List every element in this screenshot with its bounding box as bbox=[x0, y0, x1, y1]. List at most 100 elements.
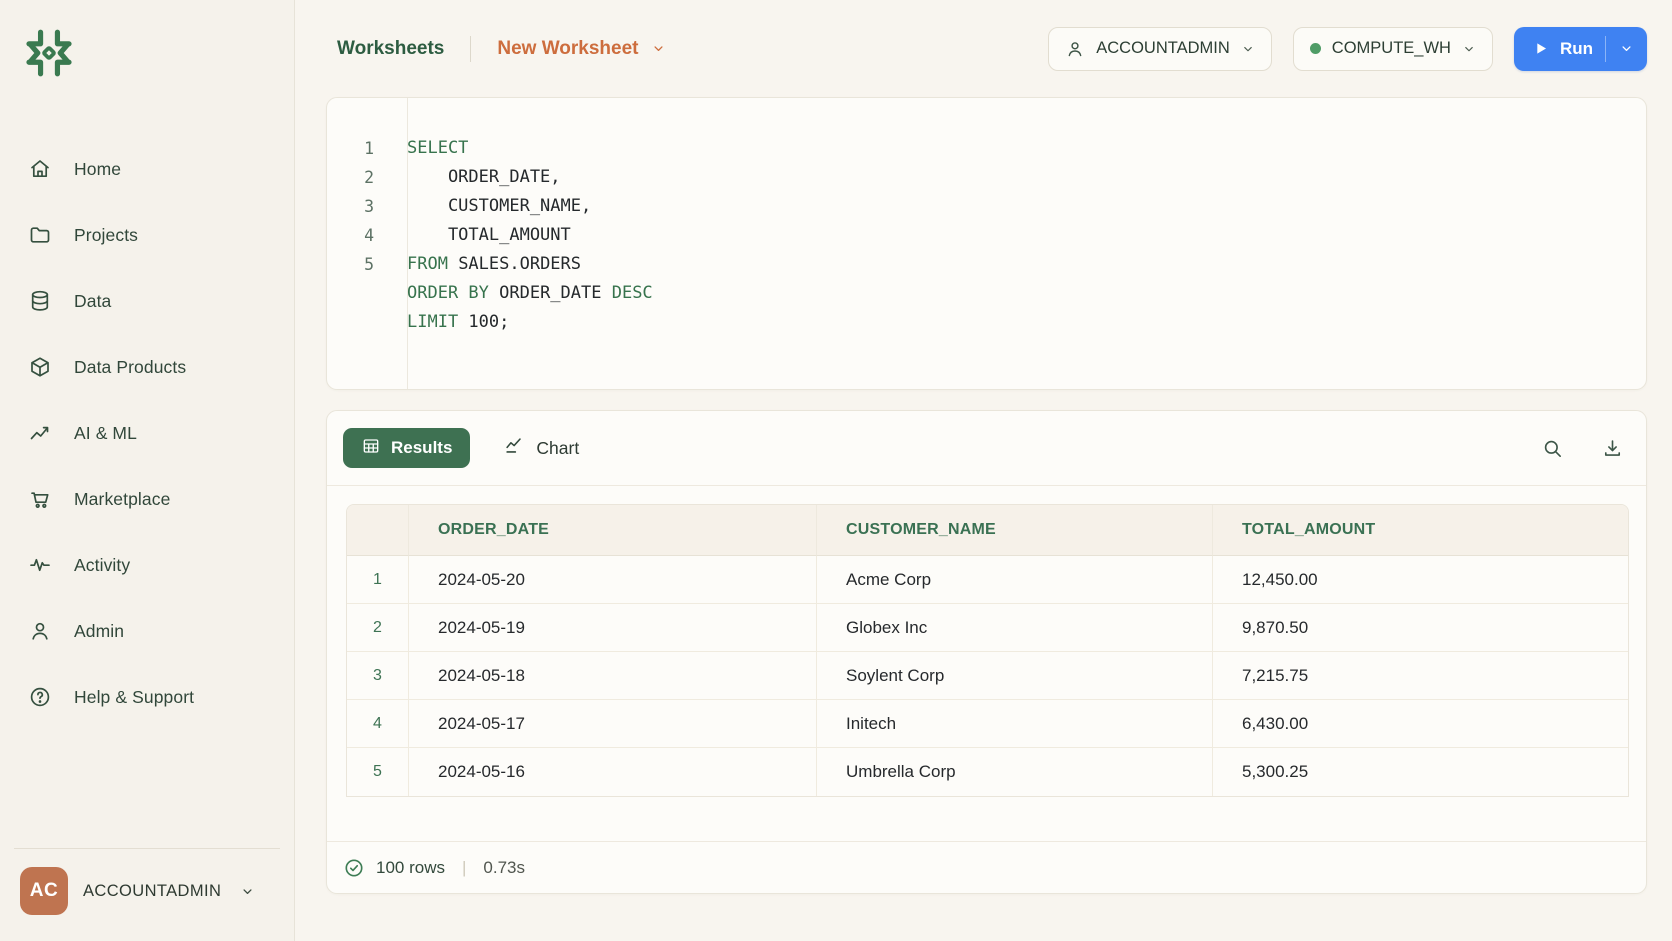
code-line: 5FROM SALES.ORDERS bbox=[327, 250, 1646, 279]
table-cell: 2024-05-18 bbox=[408, 652, 816, 700]
code-line: ORDER BY ORDER_DATE DESC bbox=[327, 279, 1646, 308]
table-cell: 2024-05-17 bbox=[408, 700, 816, 748]
column-header-order_date[interactable]: ORDER_DATE bbox=[408, 505, 816, 556]
topbar-actions: ACCOUNTADMIN COMPUTE_WH Run bbox=[1048, 27, 1647, 71]
folder-icon bbox=[28, 223, 52, 247]
row-number: 5 bbox=[347, 748, 408, 796]
table-row[interactable]: 32024-05-18Soylent Corp7,215.75 bbox=[347, 652, 1628, 700]
line-number: 2 bbox=[327, 163, 407, 192]
chevron-down-icon bbox=[651, 41, 666, 56]
cart-icon bbox=[28, 487, 52, 511]
table-cell: Initech bbox=[816, 700, 1212, 748]
user-icon bbox=[28, 619, 52, 643]
table-cell: 2024-05-19 bbox=[408, 604, 816, 652]
table-row[interactable]: 42024-05-17Initech6,430.00 bbox=[347, 700, 1628, 748]
download-icon[interactable] bbox=[1601, 437, 1624, 460]
role-label: ACCOUNTADMIN bbox=[1096, 39, 1230, 58]
user-menu[interactable]: AC ACCOUNTADMIN bbox=[14, 848, 280, 919]
main-area: Worksheets New Worksheet ACCOUNTADMIN CO… bbox=[295, 0, 1672, 941]
sidebar-item-marketplace[interactable]: Marketplace bbox=[0, 466, 294, 532]
table-row[interactable]: 12024-05-20Acme Corp12,450.00 bbox=[347, 556, 1628, 604]
worksheet-title-dropdown[interactable]: New Worksheet bbox=[497, 38, 665, 60]
status-divider: | bbox=[462, 858, 466, 878]
results-table-header: ORDER_DATECUSTOMER_NAMETOTAL_AMOUNT bbox=[347, 505, 1628, 556]
results-panel: Results Chart ORDER_DATECUSTOMER_ bbox=[326, 410, 1647, 894]
table-cell: Acme Corp bbox=[816, 556, 1212, 604]
table-cell: Umbrella Corp bbox=[816, 748, 1212, 796]
trend-icon bbox=[28, 421, 52, 445]
table-cell: 12,450.00 bbox=[1212, 556, 1628, 604]
sidebar-item-label: Data bbox=[74, 291, 111, 312]
code-line: 2 ORDER_DATE, bbox=[327, 163, 1646, 192]
breadcrumb-worksheets[interactable]: Worksheets bbox=[337, 38, 444, 60]
database-icon bbox=[28, 289, 52, 313]
warehouse-selector[interactable]: COMPUTE_WH bbox=[1293, 27, 1493, 71]
sidebar-item-activity[interactable]: Activity bbox=[0, 532, 294, 598]
code-text: ORDER_DATE, bbox=[407, 163, 561, 192]
breadcrumb-divider bbox=[470, 36, 471, 62]
sidebar-item-data-products[interactable]: Data Products bbox=[0, 334, 294, 400]
results-toolbar bbox=[1541, 437, 1624, 460]
sidebar-item-ai-ml[interactable]: AI & ML bbox=[0, 400, 294, 466]
sidebar: Home Projects Data Data Products AI & ML Mark… bbox=[0, 0, 295, 941]
line-number bbox=[327, 308, 407, 337]
table-cell: 5,300.25 bbox=[1212, 748, 1628, 796]
code-text: SELECT bbox=[407, 134, 468, 163]
sidebar-item-label: Data Products bbox=[74, 357, 186, 378]
sidebar-item-label: Marketplace bbox=[74, 489, 170, 510]
table-cell: 7,215.75 bbox=[1212, 652, 1628, 700]
pulse-icon bbox=[28, 553, 52, 577]
run-label: Run bbox=[1560, 39, 1593, 59]
role-selector[interactable]: ACCOUNTADMIN bbox=[1048, 27, 1272, 71]
code-text: LIMIT 100; bbox=[407, 308, 509, 337]
sidebar-item-admin[interactable]: Admin bbox=[0, 598, 294, 664]
code-line: 4 TOTAL_AMOUNT bbox=[327, 221, 1646, 250]
tab-results[interactable]: Results bbox=[343, 428, 470, 468]
row-number: 1 bbox=[347, 556, 408, 604]
sidebar-item-label: Projects bbox=[74, 225, 138, 246]
table-cell: Globex Inc bbox=[816, 604, 1212, 652]
query-statusbar: 100 rows | 0.73s bbox=[327, 841, 1646, 893]
sidebar-item-label: AI & ML bbox=[74, 423, 137, 444]
sidebar-item-help-support[interactable]: Help & Support bbox=[0, 664, 294, 730]
line-number: 3 bbox=[327, 192, 407, 221]
row-count: 100 rows bbox=[376, 858, 445, 878]
sql-editor[interactable]: 1SELECT2 ORDER_DATE,3 CUSTOMER_NAME,4 TO… bbox=[326, 97, 1647, 390]
sidebar-item-home[interactable]: Home bbox=[0, 136, 294, 202]
search-icon[interactable] bbox=[1541, 437, 1564, 460]
code-text: CUSTOMER_NAME, bbox=[407, 192, 591, 221]
run-options-chevron[interactable] bbox=[1606, 27, 1647, 71]
table-cell: 6,430.00 bbox=[1212, 700, 1628, 748]
snowflake-logo-icon[interactable] bbox=[22, 26, 76, 80]
run-button[interactable]: Run bbox=[1514, 27, 1647, 71]
run-button-main[interactable]: Run bbox=[1514, 27, 1605, 71]
table-cell: 2024-05-20 bbox=[408, 556, 816, 604]
row-number: 3 bbox=[347, 652, 408, 700]
sidebar-item-projects[interactable]: Projects bbox=[0, 202, 294, 268]
line-chart-icon bbox=[503, 435, 525, 462]
person-icon bbox=[1065, 39, 1085, 59]
sql-code[interactable]: 1SELECT2 ORDER_DATE,3 CUSTOMER_NAME,4 TO… bbox=[327, 98, 1646, 337]
chevron-down-icon bbox=[240, 884, 255, 899]
table-cell: 2024-05-16 bbox=[408, 748, 816, 796]
help-icon bbox=[28, 685, 52, 709]
results-tabbar: Results Chart bbox=[327, 411, 1646, 486]
row-number-column-header bbox=[347, 505, 408, 556]
warehouse-status-dot-icon bbox=[1310, 43, 1321, 54]
line-number bbox=[327, 279, 407, 308]
avatar: AC bbox=[20, 867, 68, 915]
sidebar-item-data[interactable]: Data bbox=[0, 268, 294, 334]
column-header-customer_name[interactable]: CUSTOMER_NAME bbox=[816, 505, 1212, 556]
line-number: 5 bbox=[327, 250, 407, 279]
tab-chart[interactable]: Chart bbox=[503, 435, 579, 462]
column-header-total_amount[interactable]: TOTAL_AMOUNT bbox=[1212, 505, 1628, 556]
table-row[interactable]: 22024-05-19Globex Inc9,870.50 bbox=[347, 604, 1628, 652]
sidebar-item-label: Help & Support bbox=[74, 687, 194, 708]
table-cell: Soylent Corp bbox=[816, 652, 1212, 700]
chevron-down-icon bbox=[1241, 42, 1255, 56]
code-line: 3 CUSTOMER_NAME, bbox=[327, 192, 1646, 221]
sidebar-item-label: Home bbox=[74, 159, 121, 180]
code-text: FROM SALES.ORDERS bbox=[407, 250, 581, 279]
table-row[interactable]: 52024-05-16Umbrella Corp5,300.25 bbox=[347, 748, 1628, 796]
user-role-label: ACCOUNTADMIN bbox=[83, 882, 221, 901]
